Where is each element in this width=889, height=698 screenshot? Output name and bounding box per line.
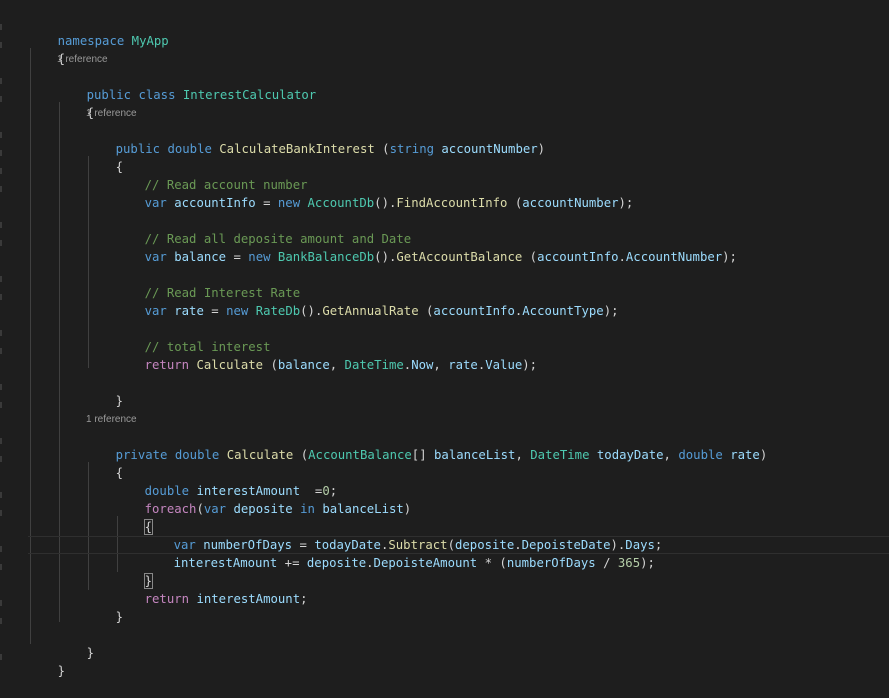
code-line[interactable]: foreach(var deposite in balanceList) [0, 482, 889, 516]
punct: (). [374, 196, 397, 210]
code-line[interactable]: var accountInfo = new AccountDb().FindAc… [0, 176, 889, 210]
method-name: GetAnnualRate [322, 304, 419, 318]
code-line[interactable]: } [0, 644, 889, 678]
code-line[interactable]: var rate = new RateDb().GetAnnualRate (a… [0, 284, 889, 318]
type-name: DateTime [344, 358, 404, 372]
code-line[interactable]: public class InterestCalculator [0, 68, 889, 102]
punct: ( [418, 304, 434, 318]
keyword: new [226, 304, 249, 318]
variable: balance [174, 250, 227, 264]
keyword: return [144, 358, 190, 372]
code-line[interactable]: public double CalculateBankInterest (str… [0, 122, 889, 156]
code-line[interactable]: // total interest [0, 320, 889, 354]
code-line[interactable]: { [0, 500, 889, 535]
punct: ); [603, 304, 619, 318]
punct: = [226, 250, 249, 264]
code-line[interactable]: } [0, 554, 889, 589]
code-line[interactable]: { [0, 446, 889, 480]
variable: rate [448, 358, 478, 372]
code-editor[interactable]: namespace MyApp { 1 reference public cla… [0, 0, 889, 678]
code-line[interactable]: var numberOfDays = todayDate.Subtract(de… [0, 518, 889, 552]
brace: } [115, 394, 124, 408]
keyword: var [144, 196, 167, 210]
property: AccountNumber [625, 250, 723, 264]
keyword: var [144, 304, 167, 318]
code-line[interactable]: return Calculate (balance, DateTime.Now,… [0, 338, 889, 372]
code-line[interactable]: } [0, 374, 889, 408]
punct: ( [522, 250, 538, 264]
gutter-marker [0, 618, 2, 624]
punct: ( [507, 196, 523, 210]
code-line[interactable]: // Read all deposite amount and Date [0, 212, 889, 246]
punct: ); [522, 358, 538, 372]
punct: , [329, 358, 345, 372]
property: Value [485, 358, 523, 372]
punct: (). [300, 304, 323, 318]
method-name: FindAccountInfo [396, 196, 508, 210]
brace: } [57, 664, 66, 678]
brace: } [115, 610, 124, 624]
code-line[interactable]: var balance = new BankBalanceDb().GetAcc… [0, 230, 889, 264]
code-line[interactable]: } [0, 626, 889, 660]
code-line[interactable]: return interestAmount; [0, 572, 889, 606]
method-name: Calculate [196, 358, 264, 372]
code-line[interactable]: } [0, 590, 889, 624]
variable: rate [174, 304, 204, 318]
punct: (). [374, 250, 397, 264]
property: Now [411, 358, 434, 372]
code-line[interactable]: interestAmount += deposite.DepoisteAmoun… [0, 536, 889, 570]
type-name: AccountDb [307, 196, 375, 210]
keyword: new [248, 250, 271, 264]
punct: ); [618, 196, 634, 210]
punct: ( [263, 358, 278, 372]
gutter-marker [0, 402, 2, 408]
variable: balance [277, 358, 330, 372]
variable: accountInfo [433, 304, 515, 318]
method-name: GetAccountBalance [396, 250, 523, 264]
class-codelens[interactable]: 1 reference [57, 53, 108, 67]
type-name: BankBalanceDb [277, 250, 375, 264]
code-line[interactable]: // Read account number [0, 158, 889, 192]
punct: , [433, 358, 449, 372]
punct: . [618, 250, 626, 264]
variable: accountNumber [522, 196, 619, 210]
method-codelens[interactable]: 1 reference [86, 413, 137, 427]
code-line[interactable]: double interestAmount =0; [0, 464, 889, 498]
method-codelens[interactable]: 1 reference [86, 107, 137, 121]
variable: accountInfo [537, 250, 619, 264]
code-line[interactable]: namespace MyApp [0, 14, 889, 48]
code-line[interactable]: // Read Interest Rate [0, 266, 889, 300]
keyword: new [277, 196, 301, 210]
code-line[interactable]: private double Calculate (AccountBalance… [0, 428, 889, 462]
property: AccountType [522, 304, 604, 318]
type-name: RateDb [255, 304, 301, 318]
code-line[interactable]: { [0, 86, 889, 120]
punct: = [255, 196, 278, 210]
variable: accountInfo [174, 196, 256, 210]
keyword: var [144, 250, 167, 264]
punct: ); [722, 250, 737, 264]
punct: = [203, 304, 227, 318]
code-line[interactable]: { [0, 140, 889, 174]
code-line[interactable]: { [0, 32, 889, 66]
